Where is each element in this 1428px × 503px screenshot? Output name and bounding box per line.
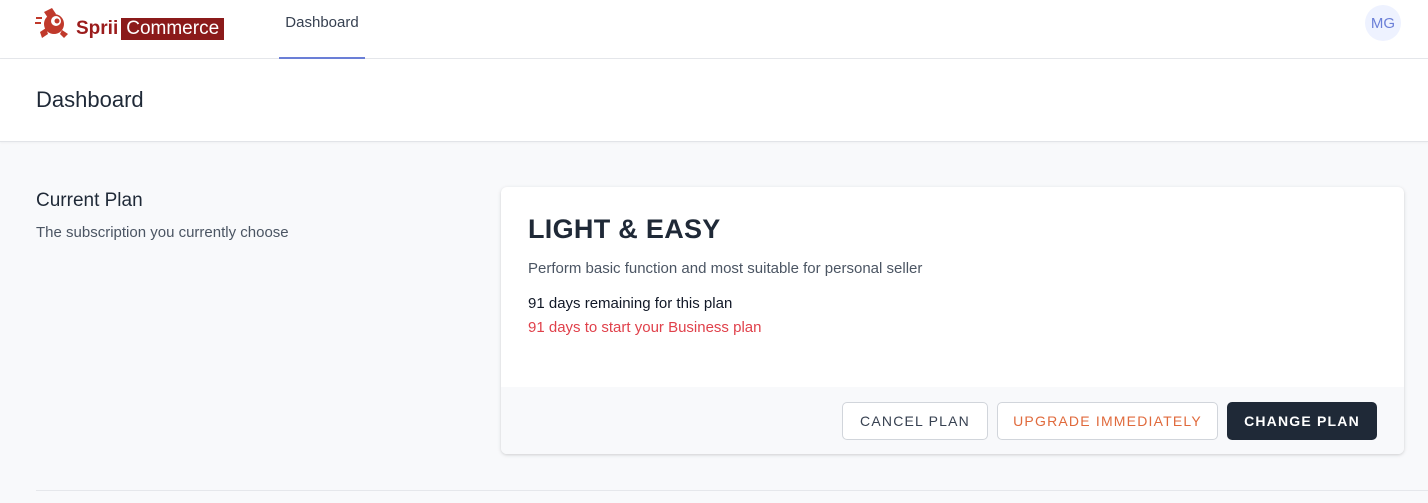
brand-name-primary: Sprii	[76, 18, 119, 39]
page-header: Dashboard	[0, 59, 1428, 142]
brand-logo[interactable]: Sprii Commerce	[34, 4, 225, 44]
page-title: Dashboard	[36, 87, 144, 112]
section-divider	[36, 490, 1428, 491]
plan-card: LIGHT & EASY Perform basic function and …	[501, 187, 1404, 454]
plan-card-footer: CANCEL PLAN UPGRADE IMMEDIATELY CHANGE P…	[501, 387, 1404, 454]
plan-remaining-days: 91 days remaining for this plan	[528, 295, 733, 312]
cancel-plan-button[interactable]: CANCEL PLAN	[842, 402, 988, 440]
rocket-logo-icon	[35, 8, 68, 38]
current-plan-heading: Current Plan	[36, 190, 143, 211]
upgrade-immediately-button[interactable]: UPGRADE IMMEDIATELY	[997, 402, 1218, 440]
brand-name-secondary: Commerce	[121, 18, 225, 40]
plan-description: Perform basic function and most suitable…	[528, 260, 923, 277]
tab-dashboard[interactable]: Dashboard	[279, 0, 365, 59]
plan-name: LIGHT & EASY	[528, 214, 721, 244]
current-plan-description: The subscription you currently choose	[36, 224, 289, 241]
change-plan-button[interactable]: CHANGE PLAN	[1227, 402, 1377, 440]
business-plan-notice: 91 days to start your Business plan	[528, 319, 762, 336]
user-avatar[interactable]: MG	[1365, 5, 1401, 41]
top-navbar: Sprii Commerce Dashboard MG	[0, 0, 1428, 59]
